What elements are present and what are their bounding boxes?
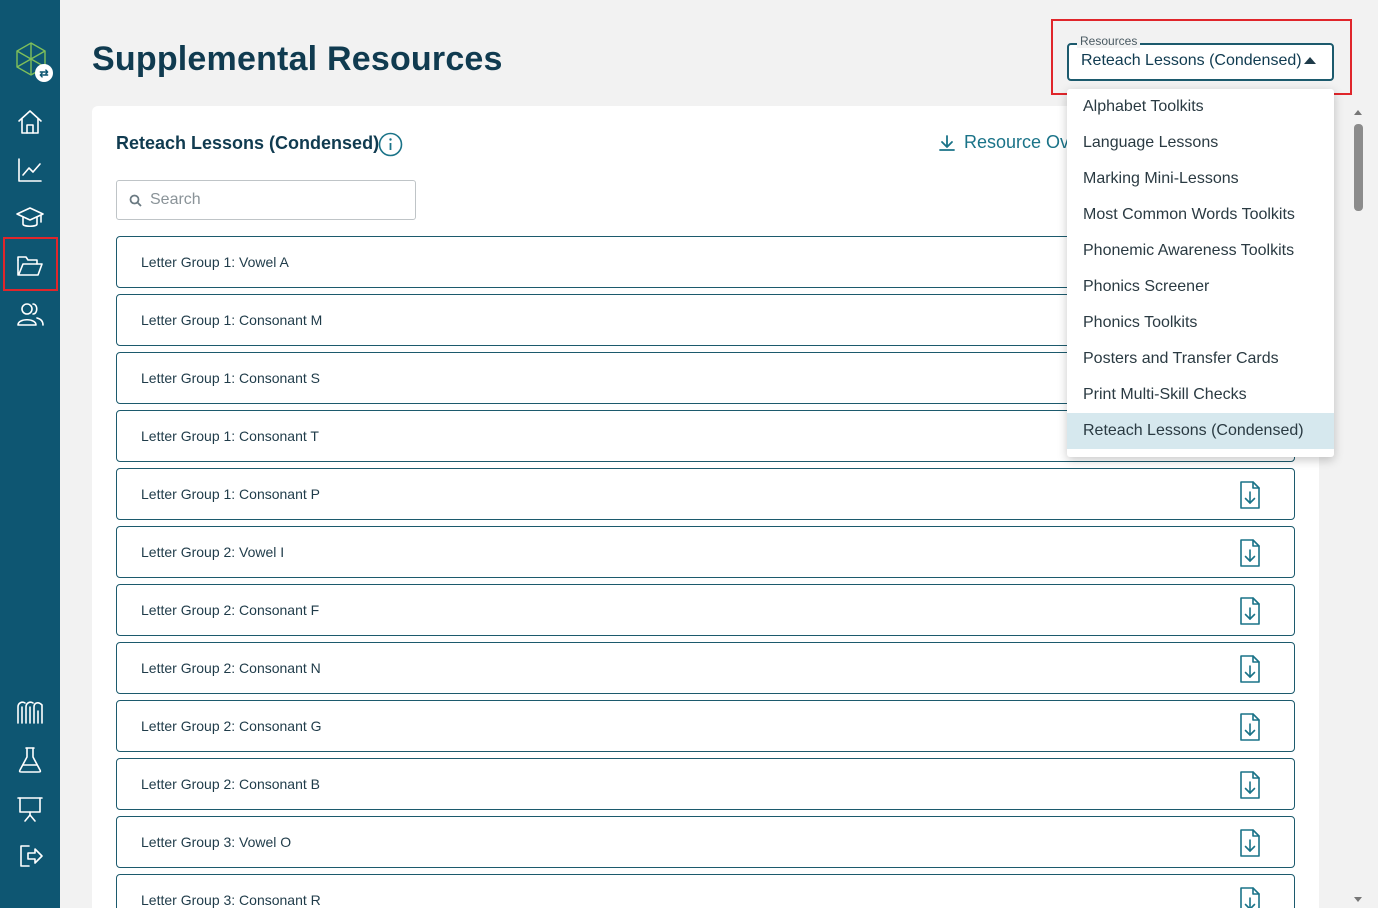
resources-dropdown-menu: Alphabet Toolkits Language Lessons Marking… [1067, 89, 1334, 457]
lesson-title: Letter Group 2: Consonant G [141, 718, 322, 734]
search-icon [129, 194, 142, 207]
file-download-icon[interactable] [1236, 654, 1264, 684]
lesson-row[interactable]: Letter Group 2: Consonant N [116, 642, 1295, 694]
dropdown-option[interactable]: Phonemic Awareness Toolkits [1067, 233, 1334, 269]
dropdown-option[interactable]: Marking Mini-Lessons [1067, 161, 1334, 197]
lesson-title: Letter Group 3: Vowel O [141, 834, 292, 850]
resource-overview-label: Resource Ove [964, 132, 1080, 152]
library-icon[interactable] [0, 688, 60, 736]
dropdown-option[interactable]: Alphabet Toolkits [1067, 89, 1334, 125]
card-title: Reteach Lessons (Condensed) [116, 133, 380, 153]
sidebar: ⇄ [0, 0, 60, 908]
file-download-icon[interactable] [1236, 712, 1264, 742]
presentation-icon[interactable] [0, 784, 60, 832]
download-icon [939, 134, 955, 151]
scroll-down-arrow-icon[interactable] [1354, 897, 1362, 902]
lesson-title: Letter Group 2: Consonant F [141, 602, 320, 618]
dropdown-option[interactable]: Print Multi-Skill Checks [1067, 377, 1334, 413]
file-download-icon[interactable] [1236, 480, 1264, 510]
home-icon[interactable] [0, 98, 60, 146]
scroll-thumb[interactable] [1354, 124, 1363, 211]
dropdown-option[interactable]: Posters and Transfer Cards [1067, 341, 1334, 377]
lesson-title: Letter Group 1: Consonant T [141, 428, 319, 444]
lesson-row[interactable]: Letter Group 2: Consonant B [116, 758, 1295, 810]
scrollbar[interactable] [1351, 100, 1365, 908]
lesson-row[interactable]: Letter Group 3: Vowel O [116, 816, 1295, 868]
file-download-icon[interactable] [1236, 828, 1264, 858]
flask-icon[interactable] [0, 736, 60, 784]
dropdown-option[interactable]: Most Common Words Toolkits [1067, 197, 1334, 233]
dropdown-option[interactable]: Phonics Screener [1067, 269, 1334, 305]
dropdown-option[interactable]: Reteach Lessons (Condensed) [1067, 413, 1334, 449]
lesson-row[interactable]: Letter Group 3: Consonant R [116, 874, 1295, 908]
lesson-title: Letter Group 1: Consonant P [141, 486, 320, 502]
lesson-title: Letter Group 1: Consonant M [141, 312, 323, 328]
graduation-cap-icon[interactable] [0, 194, 60, 242]
resource-overview-link[interactable]: Resource Ove [938, 132, 1079, 153]
logout-icon[interactable] [0, 832, 60, 880]
lesson-title: Letter Group 2: Vowel I [141, 544, 285, 560]
lesson-title: Letter Group 3: Consonant R [141, 892, 321, 908]
switch-badge-icon: ⇄ [35, 64, 53, 82]
active-nav-highlight [3, 237, 58, 291]
dropdown-option[interactable]: Language Lessons [1067, 125, 1334, 161]
page-title: Supplemental Resources [92, 40, 503, 78]
lesson-row[interactable]: Letter Group 2: Consonant F [116, 584, 1295, 636]
lesson-title: Letter Group 2: Consonant N [141, 660, 321, 676]
users-icon[interactable] [0, 290, 60, 338]
lesson-row[interactable]: Letter Group 1: Consonant P [116, 468, 1295, 520]
info-icon[interactable] [378, 132, 403, 157]
file-download-icon[interactable] [1236, 886, 1264, 908]
search-field[interactable] [116, 180, 416, 220]
lesson-title: Letter Group 2: Consonant B [141, 776, 320, 792]
chart-icon[interactable] [0, 146, 60, 194]
file-download-icon[interactable] [1236, 596, 1264, 626]
file-download-icon[interactable] [1236, 770, 1264, 800]
lesson-title: Letter Group 1: Vowel A [141, 254, 289, 270]
lesson-row[interactable]: Letter Group 2: Vowel I [116, 526, 1295, 578]
file-download-icon[interactable] [1236, 538, 1264, 568]
lesson-title: Letter Group 1: Consonant S [141, 370, 320, 386]
dropdown-option[interactable]: Phonics Toolkits [1067, 305, 1334, 341]
scroll-up-arrow-icon[interactable] [1354, 110, 1362, 115]
search-input[interactable] [150, 191, 390, 209]
lesson-row[interactable]: Letter Group 2: Consonant G [116, 700, 1295, 752]
select-highlight [1051, 19, 1352, 95]
